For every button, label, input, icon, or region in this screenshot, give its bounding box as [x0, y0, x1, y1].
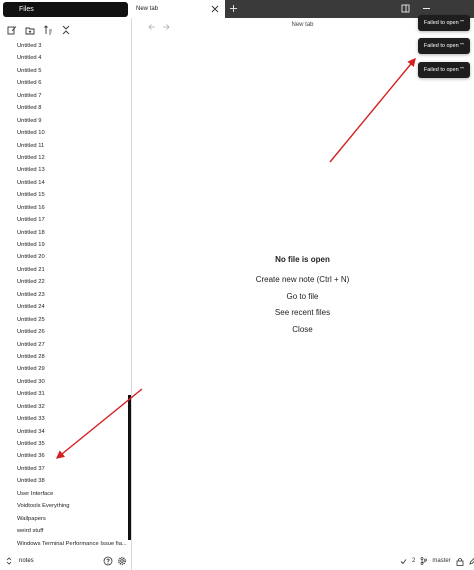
file-list-item[interactable]: Untitled 16 — [0, 202, 127, 214]
file-list-item[interactable]: Windows Terminal Performance Issue fia..… — [0, 538, 127, 550]
file-list-item[interactable]: Untitled 21 — [0, 264, 127, 276]
file-list-item[interactable]: Untitled 10 — [0, 127, 127, 139]
file-list-scrollbar[interactable] — [128, 395, 131, 540]
file-list-item[interactable]: Untitled 27 — [0, 339, 127, 351]
file-list-item[interactable]: Untitled 18 — [0, 227, 127, 239]
file-list-item[interactable]: Untitled 19 — [0, 239, 127, 251]
vault-name: notes — [19, 558, 34, 564]
file-list-item[interactable]: Untitled 4 — [0, 52, 127, 64]
file-list-item[interactable]: Untitled 25 — [0, 314, 127, 326]
see-recent-files-link[interactable]: See recent files — [131, 305, 474, 322]
file-list-item[interactable]: Untitled 31 — [0, 388, 127, 400]
branch-icon — [420, 557, 428, 565]
error-notice[interactable]: Failed to open "" — [418, 62, 470, 78]
tab-label: New tab — [136, 6, 159, 12]
file-explorer-toolbar — [7, 24, 71, 36]
file-list-item[interactable]: Untitled 22 — [0, 276, 127, 288]
status-bar: 2 master — [400, 555, 474, 567]
plus-icon[interactable] — [229, 4, 238, 13]
file-list-item[interactable]: Untitled 23 — [0, 289, 127, 301]
file-list-item[interactable]: Untitled 14 — [0, 177, 127, 189]
files-tab[interactable]: Files — [3, 2, 128, 17]
file-list-item[interactable]: Untitled 30 — [0, 376, 127, 388]
vault-switcher[interactable]: notes — [6, 557, 34, 565]
file-list-item[interactable]: Untitled 29 — [0, 363, 127, 375]
close-icon[interactable] — [211, 5, 219, 13]
file-list-item[interactable]: Untitled 20 — [0, 251, 127, 263]
tab-new-tab[interactable]: New tab — [131, 0, 225, 18]
file-list-item[interactable]: Untitled 38 — [0, 475, 127, 487]
edit-pencil-icon[interactable] — [469, 557, 474, 565]
lock-icon[interactable] — [456, 557, 464, 566]
file-list-item[interactable]: Untitled 28 — [0, 351, 127, 363]
file-explorer-pane: Files Untitled 3 Untitled 4 Untitled 5 Unti… — [0, 0, 132, 570]
file-list-item[interactable]: weird stuff — [0, 525, 127, 537]
file-list-item[interactable]: Untitled 35 — [0, 438, 127, 450]
file-list-item[interactable]: Untitled 26 — [0, 326, 127, 338]
file-list-item[interactable]: Untitled 32 — [0, 401, 127, 413]
file-list-item[interactable]: Untitled 37 — [0, 463, 127, 475]
file-list-item[interactable]: Untitled 36 — [0, 450, 127, 462]
file-list-item[interactable]: Untitled 24 — [0, 301, 127, 313]
settings-gear-icon[interactable] — [117, 556, 127, 566]
empty-state: No file is open Create new note (Ctrl + … — [131, 255, 474, 339]
file-list: Untitled 3 Untitled 4 Untitled 5 Untitled 6… — [0, 40, 128, 550]
error-notice[interactable]: Failed to open "" — [418, 15, 470, 31]
chevron-updown-icon — [6, 557, 12, 565]
close-link[interactable]: Close — [131, 322, 474, 339]
tab-list-icon[interactable] — [401, 4, 410, 13]
sort-icon[interactable] — [43, 25, 53, 35]
minimize-icon[interactable] — [422, 4, 431, 13]
error-notice[interactable]: Failed to open "" — [418, 38, 470, 54]
help-icon[interactable] — [103, 556, 113, 566]
file-list-item[interactable]: Untitled 5 — [0, 65, 127, 77]
create-new-note-link[interactable]: Create new note (Ctrl + N) — [131, 272, 474, 289]
vault-footer: notes — [0, 552, 131, 570]
new-folder-icon[interactable] — [25, 25, 35, 35]
file-list-item[interactable]: User Interface — [0, 488, 127, 500]
file-list-item[interactable]: Voidtools Everything — [0, 500, 127, 512]
collapse-all-icon[interactable] — [61, 25, 71, 35]
sync-check-icon[interactable] — [400, 558, 407, 565]
file-list-item[interactable]: Untitled 15 — [0, 189, 127, 201]
sync-count: 2 — [412, 558, 416, 564]
file-list-item[interactable]: Untitled 11 — [0, 140, 127, 152]
file-list-item[interactable]: Untitled 3 — [0, 40, 127, 52]
file-list-item[interactable]: Untitled 13 — [0, 164, 127, 176]
file-list-item[interactable]: Untitled 17 — [0, 214, 127, 226]
empty-state-title: No file is open — [275, 255, 330, 264]
file-list-item[interactable]: Untitled 33 — [0, 413, 127, 425]
file-list-item[interactable]: Untitled 9 — [0, 115, 127, 127]
annotation-arrow-notice — [329, 57, 416, 163]
branch-name[interactable]: master — [432, 558, 450, 564]
go-to-file-link[interactable]: Go to file — [131, 289, 474, 306]
file-list-item[interactable]: Untitled 6 — [0, 77, 127, 89]
file-list-item[interactable]: Untitled 34 — [0, 426, 127, 438]
file-list-item[interactable]: Untitled 8 — [0, 102, 127, 114]
new-note-icon[interactable] — [7, 25, 17, 35]
file-list-item[interactable]: Untitled 12 — [0, 152, 127, 164]
file-list-item[interactable]: Wallpapers — [0, 513, 127, 525]
file-list-item[interactable]: Untitled 7 — [0, 90, 127, 102]
